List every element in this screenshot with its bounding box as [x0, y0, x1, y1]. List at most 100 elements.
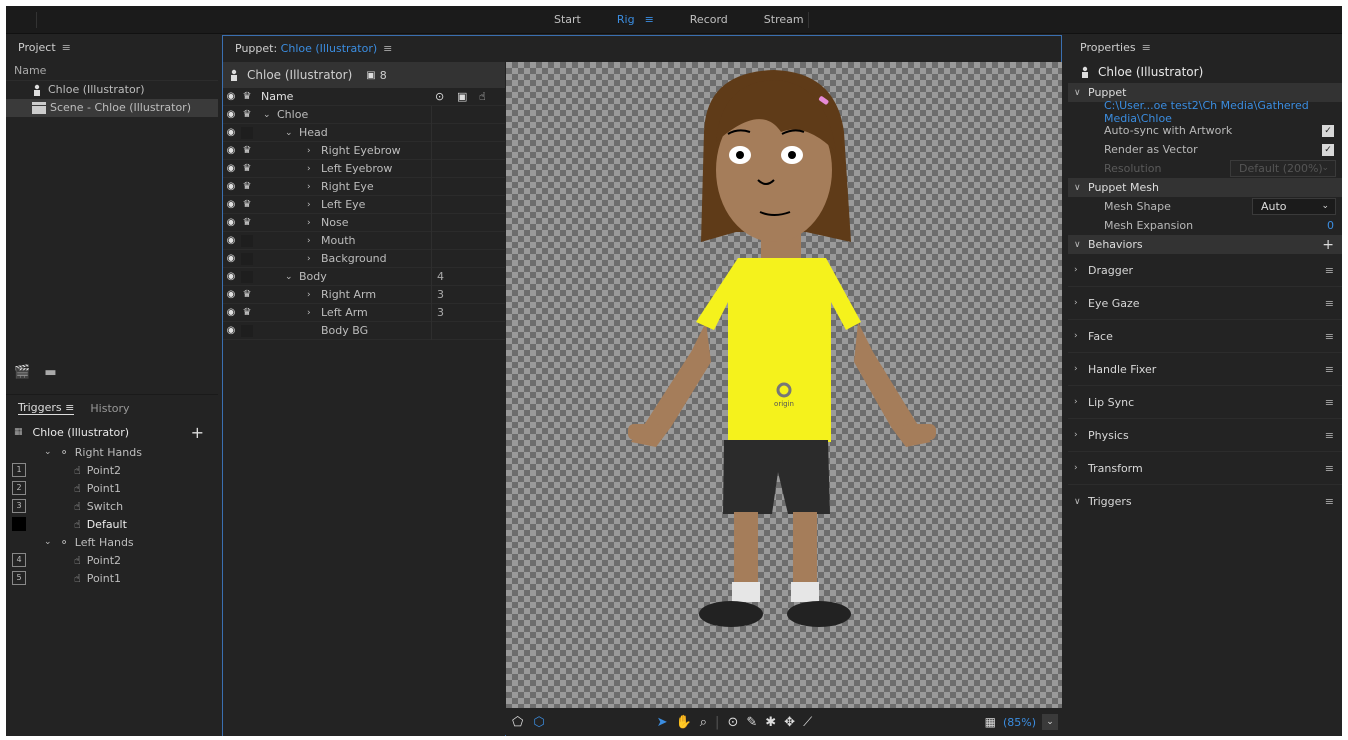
behavior-menu-icon[interactable]: ≡: [1325, 363, 1334, 376]
add-trigger-button[interactable]: +: [191, 423, 204, 442]
resolution-select[interactable]: Default (200%) ⌄: [1230, 160, 1336, 177]
behavior-row[interactable]: › Face ≡: [1068, 320, 1342, 353]
eye-icon[interactable]: ◉: [223, 91, 239, 102]
mesh-icon[interactable]: ⬠: [512, 715, 523, 730]
eye-icon[interactable]: ◉: [223, 127, 239, 138]
eye-icon[interactable]: ◉: [223, 145, 239, 156]
crown-icon[interactable]: ♛: [239, 181, 255, 192]
layer-row[interactable]: ◉ ♛ › Left Eyebrow: [223, 160, 505, 178]
behavior-triggers[interactable]: ∨ Triggers ≡: [1068, 485, 1342, 518]
zoom-level[interactable]: (85%): [1003, 716, 1036, 729]
chevron-right-icon[interactable]: ›: [307, 254, 321, 264]
tab-start[interactable]: Start: [536, 6, 599, 34]
eye-icon[interactable]: ◉: [223, 217, 239, 228]
layer-row[interactable]: ◉ ♛ › Left Arm 3: [223, 304, 505, 322]
chevron-down-icon[interactable]: ⌄: [1042, 714, 1058, 730]
trigger-row[interactable]: 5 ☝ Point1: [6, 569, 218, 587]
layer-row[interactable]: ◉ ⌄ Head: [223, 124, 505, 142]
column-header-name[interactable]: Name: [6, 61, 218, 81]
zoom-tool-icon[interactable]: ⌕: [700, 715, 707, 730]
behavior-row[interactable]: › Handle Fixer ≡: [1068, 353, 1342, 386]
behavior-row[interactable]: › Lip Sync ≡: [1068, 386, 1342, 419]
add-behavior-button[interactable]: +: [1322, 237, 1334, 253]
section-puppet-mesh[interactable]: ∨ Puppet Mesh: [1068, 178, 1342, 197]
mesh-expansion-value[interactable]: 0: [1327, 219, 1334, 232]
project-item-scene[interactable]: Scene - Chloe (Illustrator): [6, 99, 218, 117]
behavior-menu-icon[interactable]: ≡: [1325, 462, 1334, 475]
folder-icon[interactable]: ▬: [44, 365, 56, 380]
crown-icon[interactable]: ♛: [239, 217, 255, 228]
chevron-right-icon[interactable]: ›: [307, 146, 321, 156]
eye-icon[interactable]: ◉: [223, 271, 239, 282]
eye-icon[interactable]: ◉: [223, 235, 239, 246]
chevron-down-icon[interactable]: ⌄: [285, 272, 299, 282]
chevron-right-icon[interactable]: ›: [307, 200, 321, 210]
tab-stream[interactable]: Stream: [746, 6, 822, 34]
tab-record[interactable]: Record: [672, 6, 746, 34]
tab-triggers[interactable]: Triggers ≡: [18, 401, 75, 415]
independence-toggle[interactable]: [241, 252, 253, 265]
menu-icon[interactable]: ≡: [645, 13, 654, 26]
trigger-row[interactable]: 1 ☝ Point2: [6, 461, 218, 479]
key-swatch[interactable]: [12, 517, 26, 531]
trigger-key-badge[interactable]: 1: [12, 463, 26, 477]
checker-toggle-icon[interactable]: ▦: [985, 715, 996, 729]
new-scene-icon[interactable]: 🎬: [14, 365, 30, 380]
chevron-right-icon[interactable]: ›: [307, 218, 321, 228]
trigger-row[interactable]: 2 ☝ Point1: [6, 479, 218, 497]
layer-row[interactable]: ◉ ⌄ Body 4: [223, 268, 505, 286]
behavior-menu-icon[interactable]: ≡: [1325, 429, 1334, 442]
origin-tool-icon[interactable]: ⊙: [727, 715, 738, 730]
trigger-key-badge[interactable]: 3: [12, 499, 26, 513]
behavior-menu-icon[interactable]: ≡: [1325, 396, 1334, 409]
behavior-row[interactable]: › Physics ≡: [1068, 419, 1342, 452]
auto-sync-checkbox[interactable]: ✓: [1322, 124, 1334, 137]
trigger-group-row[interactable]: ⌄ ⚬ Right Hands: [6, 443, 218, 461]
project-item-puppet[interactable]: Chloe (Illustrator): [6, 81, 218, 99]
dragger-tool-icon[interactable]: ✥: [784, 715, 795, 730]
chevron-right-icon[interactable]: ›: [307, 182, 321, 192]
crown-icon[interactable]: ♛: [239, 163, 255, 174]
behavior-row[interactable]: › Dragger ≡: [1068, 254, 1342, 287]
behavior-menu-icon[interactable]: ≡: [1325, 330, 1334, 343]
stick-tool-icon[interactable]: ✎: [746, 715, 757, 730]
eye-icon[interactable]: ◉: [223, 289, 239, 300]
crown-icon[interactable]: ♛: [239, 199, 255, 210]
layer-row[interactable]: ◉ ♛ › Right Arm 3: [223, 286, 505, 304]
eye-icon[interactable]: ◉: [223, 199, 239, 210]
rig-canvas[interactable]: origin: [506, 62, 1062, 708]
panel-menu-icon[interactable]: ≡: [65, 401, 74, 414]
layer-row[interactable]: ◉ ♛ › Nose: [223, 214, 505, 232]
layer-row[interactable]: ◉ ♛ › Left Eye: [223, 196, 505, 214]
crown-icon[interactable]: ♛: [239, 109, 255, 120]
tab-rig[interactable]: Rig ≡: [599, 6, 672, 34]
chevron-right-icon[interactable]: ›: [307, 290, 321, 300]
independence-toggle[interactable]: [241, 126, 253, 139]
tab-history[interactable]: History: [90, 402, 129, 415]
panel-menu-icon[interactable]: ≡: [62, 41, 71, 54]
eye-icon[interactable]: ◉: [223, 163, 239, 174]
crown-icon[interactable]: ♛: [239, 307, 255, 318]
behavior-menu-icon[interactable]: ≡: [1325, 264, 1334, 277]
chevron-down-icon[interactable]: ⌄: [44, 447, 52, 457]
layer-row[interactable]: ◉ ♛ › Right Eyebrow: [223, 142, 505, 160]
eye-icon[interactable]: ◉: [223, 253, 239, 264]
chevron-down-icon[interactable]: ⌄: [44, 537, 52, 547]
panel-menu-icon[interactable]: ≡: [1142, 41, 1151, 54]
trigger-row[interactable]: 4 ☝ Point2: [6, 551, 218, 569]
layer-row[interactable]: ◉ ♛ ⌄ Chloe: [223, 106, 505, 124]
trigger-row[interactable]: ☝ Default: [6, 515, 218, 533]
stroke-tool-icon[interactable]: ⟋: [803, 715, 812, 730]
outline-icon[interactable]: ⬡: [533, 715, 544, 730]
layer-row[interactable]: ◉ Body BG: [223, 322, 505, 340]
behavior-row[interactable]: › Eye Gaze ≡: [1068, 287, 1342, 320]
select-tool-icon[interactable]: ➤: [657, 715, 668, 730]
chevron-right-icon[interactable]: ›: [307, 308, 321, 318]
layer-row[interactable]: ◉ › Background: [223, 250, 505, 268]
trigger-key-badge[interactable]: 5: [12, 571, 26, 585]
independence-toggle[interactable]: [241, 324, 253, 337]
trigger-key-badge[interactable]: 2: [12, 481, 26, 495]
hand-tool-icon[interactable]: ✋: [676, 715, 692, 730]
independence-toggle[interactable]: [241, 234, 253, 247]
behavior-menu-icon[interactable]: ≡: [1325, 495, 1334, 508]
